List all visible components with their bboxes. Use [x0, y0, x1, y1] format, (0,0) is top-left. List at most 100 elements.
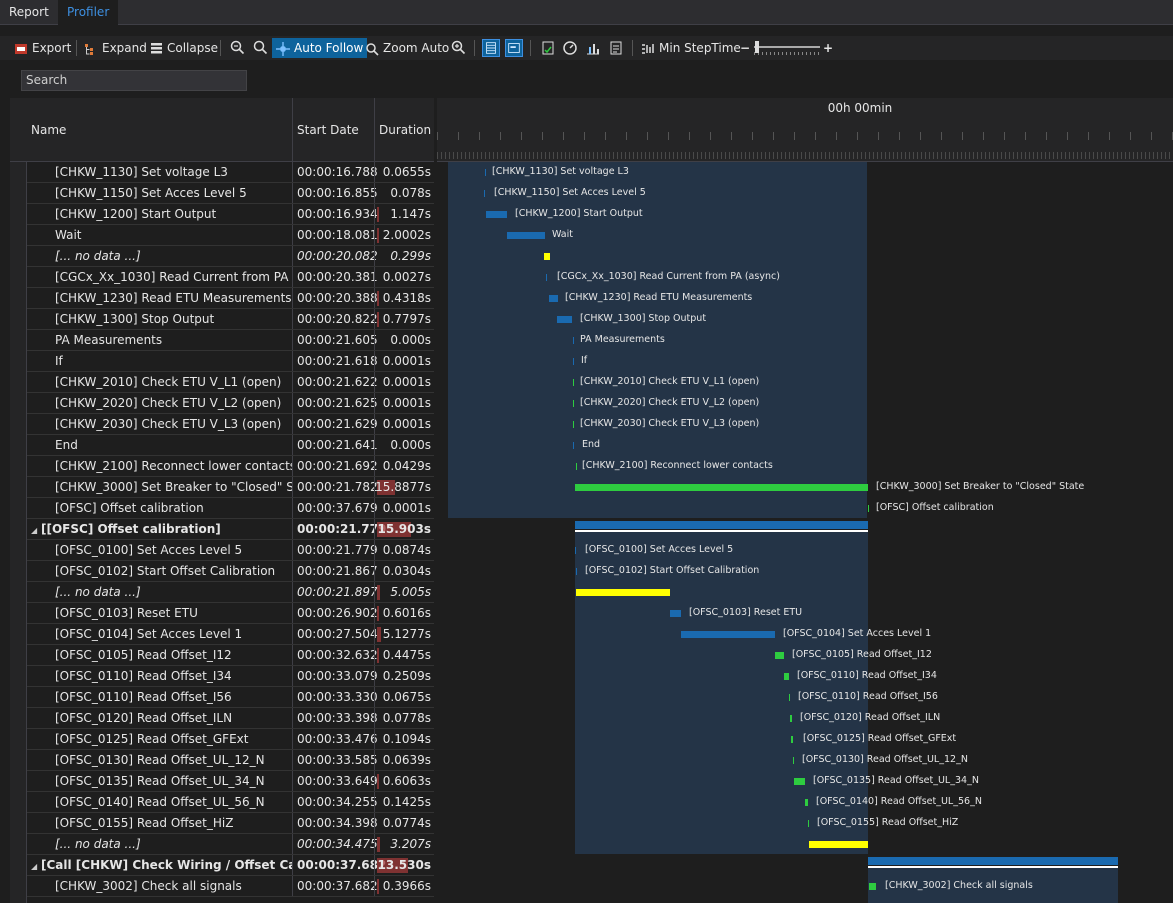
zoom-out-icon[interactable]: [229, 39, 247, 57]
checklist-icon[interactable]: [539, 39, 557, 57]
column-header-name[interactable]: Name: [27, 98, 292, 162]
timeline-bar[interactable]: [549, 295, 558, 302]
timeline-bar[interactable]: [790, 715, 792, 722]
timeline-bar[interactable]: [794, 778, 805, 785]
timeline-bar[interactable]: [791, 736, 793, 743]
timeline-bar[interactable]: [485, 169, 486, 176]
timeline-bar[interactable]: [573, 379, 574, 386]
auto-follow-button[interactable]: Auto Follow: [272, 38, 368, 58]
table-row[interactable]: [CHKW_1300] Stop Output 00:00:20.822 0.779…: [27, 309, 434, 330]
column-header-duration[interactable]: Duration: [374, 98, 434, 162]
table-row[interactable]: [CHKW_2020] Check ETU V_L2 (open) 00:00:2…: [27, 393, 434, 414]
timeline-bar[interactable]: [507, 232, 545, 239]
timeline-bar[interactable]: [576, 589, 670, 596]
zoom-100-icon[interactable]: [252, 39, 270, 57]
timeline-bar[interactable]: [484, 190, 485, 197]
group-row[interactable]: ◢ [[OFSC] Offset calibration] 00:00:21.779…: [27, 519, 434, 540]
timeline-bar[interactable]: [573, 337, 574, 344]
timeline-bar[interactable]: [544, 253, 550, 260]
timeline-bar[interactable]: [809, 841, 868, 848]
cell-duration: 5.005s: [374, 582, 434, 602]
timeline-bar[interactable]: [808, 820, 809, 827]
timeline-view-icon[interactable]: [505, 39, 523, 57]
collapse-triangle-icon[interactable]: ◢: [31, 857, 41, 875]
timeline-group-bar[interactable]: [575, 521, 868, 529]
duration-value: 1.147s: [390, 207, 431, 221]
table-row[interactable]: [OFSC_0140] Read Offset_UL_56_N 00:00:34.…: [27, 792, 434, 813]
table-row[interactable]: [OFSC_0103] Reset ETU 00:00:26.902 0.6016s: [27, 603, 434, 624]
table-row[interactable]: [OFSC_0104] Set Acces Level 1 00:00:27.50…: [27, 624, 434, 645]
table-row[interactable]: [OFSC_0155] Read Offset_HiZ 00:00:34.398 0…: [27, 813, 434, 834]
timeline-bar[interactable]: [557, 316, 572, 323]
column-header-start-date[interactable]: Start Date: [292, 98, 374, 162]
timeline-bar[interactable]: [793, 757, 794, 764]
table-row[interactable]: [CHKW_1200] Start Output 00:00:16.934 1.14…: [27, 204, 434, 225]
timeline-bar[interactable]: [805, 799, 808, 806]
table-row[interactable]: [OFSC_0125] Read Offset_GFExt 00:00:33.47…: [27, 729, 434, 750]
timeline-bar[interactable]: [869, 883, 876, 890]
table-row[interactable]: End 00:00:21.641 0.000s: [27, 435, 434, 456]
group-row[interactable]: ◢[Call [CHKW] Check Wiring / Offset Cali…: [27, 855, 434, 876]
bar-chart-icon[interactable]: [584, 39, 602, 57]
tab-report[interactable]: Report: [0, 0, 58, 25]
timeline-bar[interactable]: [575, 484, 868, 491]
expand-button[interactable]: Expand: [84, 38, 147, 58]
table-row[interactable]: [OFSC_0100] Set Acces Level 5 00:00:21.77…: [27, 540, 434, 561]
search-input[interactable]: Search: [21, 70, 247, 91]
table-row[interactable]: [OFSC_0135] Read Offset_UL_34_N 00:00:33.…: [27, 771, 434, 792]
expand-label: Expand: [102, 41, 147, 55]
table-row[interactable]: [CGCx_Xx_1030] Read Current from PA (as.…: [27, 267, 434, 288]
table-row[interactable]: [... no data ...] 00:00:34.475 3.207s: [27, 834, 434, 855]
timeline-bar[interactable]: [573, 400, 574, 407]
table-row[interactable]: [... no data ...] 00:00:20.082 0.299s: [27, 246, 434, 267]
table-row[interactable]: [CHKW_1230] Read ETU Measurements 00:00:2…: [27, 288, 434, 309]
cell-name: [OFSC_0120] Read Offset_ILN: [27, 708, 292, 728]
timeline-bar[interactable]: [775, 652, 784, 659]
steptime-slider-thumb[interactable]: [755, 41, 759, 53]
table-row[interactable]: [OFSC] Offset calibration 00:00:37.679 0.0…: [27, 498, 434, 519]
table-row[interactable]: [... no data ...] 00:00:21.897 5.005s: [27, 582, 434, 603]
table-row[interactable]: [OFSC_0110] Read Offset_I34 00:00:33.079 0…: [27, 666, 434, 687]
table-row[interactable]: [OFSC_0120] Read Offset_ILN 00:00:33.398 0…: [27, 708, 434, 729]
timeline-bar[interactable]: [789, 694, 790, 701]
timeline-bar[interactable]: [546, 274, 547, 281]
timeline-bar[interactable]: [576, 463, 577, 470]
report-document-icon[interactable]: [607, 39, 625, 57]
grid-view-icon[interactable]: [482, 39, 500, 57]
table-row[interactable]: [CHKW_1150] Set Acces Level 5 00:00:16.85…: [27, 183, 434, 204]
table-row[interactable]: [OFSC_0130] Read Offset_UL_12_N 00:00:33.…: [27, 750, 434, 771]
table-row[interactable]: [CHKW_1130] Set voltage L3 00:00:16.788 0.…: [27, 162, 434, 183]
steptime-increase-button[interactable]: +: [823, 38, 833, 58]
timeline-bar[interactable]: [670, 610, 681, 617]
table-row[interactable]: Wait 00:00:18.081 2.0002s: [27, 225, 434, 246]
zoom-in-icon[interactable]: [450, 39, 468, 57]
timeline-bar[interactable]: [573, 442, 574, 449]
collapse-triangle-icon[interactable]: ◢: [31, 521, 41, 539]
table-row[interactable]: [CHKW_2100] Reconnect lower contacts 00:0…: [27, 456, 434, 477]
steptime-slider[interactable]: [754, 41, 820, 56]
steptime-decrease-button[interactable]: −: [740, 38, 750, 58]
gauge-icon[interactable]: [561, 39, 579, 57]
timeline-bar[interactable]: [576, 568, 577, 575]
table-row[interactable]: [CHKW_2030] Check ETU V_L3 (open) 00:00:2…: [27, 414, 434, 435]
tab-profiler[interactable]: Profiler: [58, 0, 119, 25]
timeline-bar[interactable]: [575, 547, 576, 554]
export-button[interactable]: Export: [14, 38, 71, 58]
table-row[interactable]: [CHKW_3000] Set Breaker to "Closed" Stat…: [27, 477, 434, 498]
timeline-bar[interactable]: [573, 421, 574, 428]
table-row[interactable]: PA Measurements 00:00:21.605 0.000s: [27, 330, 434, 351]
table-row[interactable]: [CHKW_2010] Check ETU V_L1 (open) 00:00:2…: [27, 372, 434, 393]
table-row[interactable]: [CHKW_3002] Check all signals 00:00:37.68…: [27, 876, 434, 897]
zoom-auto-button[interactable]: Zoom Auto: [365, 38, 449, 58]
collapse-button[interactable]: Collapse: [150, 38, 218, 58]
timeline-bar[interactable]: [573, 358, 574, 365]
table-row[interactable]: If 00:00:21.618 0.0001s: [27, 351, 434, 372]
timeline-group-bar[interactable]: [868, 857, 1118, 865]
timeline-bar[interactable]: [681, 631, 775, 638]
table-row[interactable]: [OFSC_0102] Start Offset Calibration 00:0…: [27, 561, 434, 582]
table-row[interactable]: [OFSC_0105] Read Offset_I12 00:00:32.632 0…: [27, 645, 434, 666]
timeline-bar[interactable]: [486, 211, 507, 218]
table-row[interactable]: [OFSC_0110] Read Offset_I56 00:00:33.330 0…: [27, 687, 434, 708]
timeline-bar[interactable]: [784, 673, 789, 680]
timeline-bar[interactable]: [868, 505, 869, 512]
